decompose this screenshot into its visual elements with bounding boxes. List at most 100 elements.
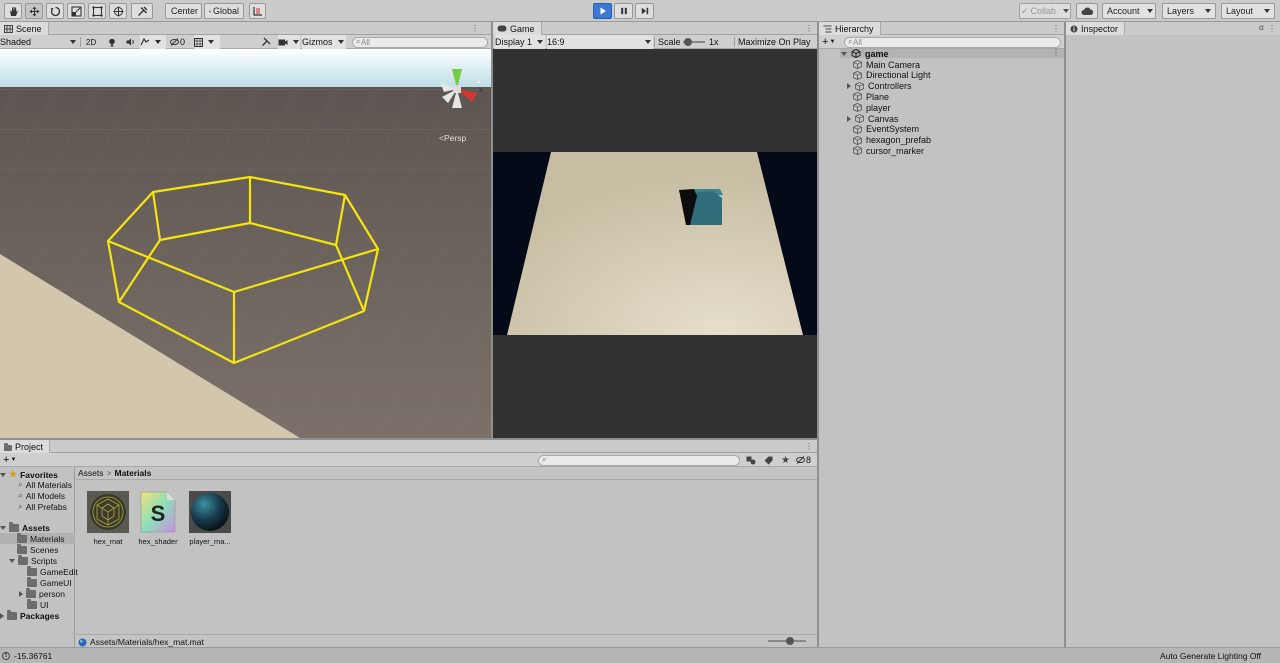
- breadcrumb-materials[interactable]: Materials: [114, 468, 151, 478]
- expand-arrow-icon[interactable]: [841, 51, 847, 56]
- hierarchy-item[interactable]: hexagon_prefab: [853, 135, 931, 146]
- move-tool-icon[interactable]: [25, 3, 43, 19]
- asset-player-mat[interactable]: player_ma...: [187, 491, 233, 546]
- hierarchy-item[interactable]: Main Camera: [853, 59, 920, 70]
- mode-2d-toggle[interactable]: 2D: [84, 35, 98, 49]
- custom-tool-icon[interactable]: [131, 3, 153, 19]
- scene-viewport[interactable]: x: [0, 49, 491, 438]
- favorite-star-icon[interactable]: ★: [781, 453, 790, 467]
- maximize-on-play-toggle[interactable]: Maximize On Play: [738, 35, 811, 49]
- layout-dropdown[interactable]: Layout: [1221, 3, 1275, 19]
- tab-inspector[interactable]: Inspector: [1066, 22, 1126, 35]
- pause-button[interactable]: [614, 3, 633, 19]
- game-viewport[interactable]: [493, 49, 817, 438]
- separator: [734, 37, 735, 47]
- folder-scenes[interactable]: Scenes: [17, 543, 58, 555]
- pivot-global-toggle[interactable]: Global: [204, 3, 244, 19]
- cloud-button[interactable]: [1076, 3, 1098, 19]
- effects-dropdown[interactable]: [140, 35, 166, 49]
- gizmo-center-cube[interactable]: [453, 85, 461, 93]
- project-menu-icon[interactable]: ⋮: [805, 442, 813, 451]
- favorite-item[interactable]: ⌕ All Prefabs: [18, 501, 67, 512]
- favorite-item[interactable]: ⌕ All Materials: [18, 479, 72, 490]
- collapse-arrow-icon[interactable]: [19, 590, 23, 597]
- hierarchy-item[interactable]: cursor_marker: [853, 145, 924, 156]
- lighting-status[interactable]: Auto Generate Lighting Off: [1160, 651, 1261, 661]
- hierarchy-item[interactable]: Canvas: [847, 113, 899, 124]
- hidden-packages-toggle[interactable]: 8: [796, 453, 811, 467]
- hierarchy-item[interactable]: Controllers: [847, 81, 912, 92]
- display-dropdown[interactable]: Display 1: [495, 35, 545, 49]
- asset-hex-shader[interactable]: S hex_shader: [135, 491, 181, 546]
- tools-icon[interactable]: [260, 35, 272, 49]
- folder-person[interactable]: person: [19, 587, 65, 599]
- scale-slider-thumb[interactable]: [684, 38, 692, 46]
- lighting-toggle-icon[interactable]: [106, 35, 118, 49]
- folder-scripts[interactable]: Scripts: [9, 554, 57, 566]
- scene-search-input[interactable]: ⌕ All: [352, 37, 488, 48]
- collab-dropdown[interactable]: ✓ Collab: [1019, 3, 1071, 19]
- inspector-menu-icon[interactable]: ⋮: [1268, 24, 1276, 33]
- tab-hierarchy[interactable]: Hierarchy: [819, 22, 881, 35]
- project-search-input[interactable]: ⌕: [538, 455, 740, 466]
- persp-label[interactable]: <Persp: [439, 133, 466, 143]
- rect-tool-icon[interactable]: [88, 3, 106, 19]
- create-button[interactable]: + ▼: [822, 35, 835, 49]
- gameobject-cube-icon: [853, 103, 862, 113]
- pivot-center-toggle[interactable]: Center: [165, 3, 202, 19]
- play-button[interactable]: [593, 3, 612, 19]
- audio-toggle-icon[interactable]: [124, 35, 136, 49]
- scene-row[interactable]: game: [841, 48, 889, 59]
- expand-arrow-icon[interactable]: [847, 83, 851, 90]
- step-button[interactable]: [635, 3, 654, 19]
- tab-scene[interactable]: Scene: [0, 22, 49, 35]
- favorite-item[interactable]: ⌕ All Models: [18, 490, 65, 501]
- draw-mode-dropdown[interactable]: Shaded: [0, 35, 78, 49]
- breadcrumb-assets[interactable]: Assets: [78, 468, 104, 478]
- thumbnail-size-slider-thumb[interactable]: [786, 637, 794, 645]
- transform-tool-icon[interactable]: [109, 3, 127, 19]
- scene-menu-icon[interactable]: ⋮: [1052, 48, 1060, 57]
- account-dropdown[interactable]: Account: [1102, 3, 1156, 19]
- gizmo-lock-icon[interactable]: 🔒︎: [477, 78, 481, 86]
- folder-ui[interactable]: UI: [27, 598, 49, 610]
- expand-arrow-icon[interactable]: [9, 558, 15, 563]
- folder-game-editor[interactable]: GameEdit: [27, 565, 78, 577]
- tab-project[interactable]: Project: [0, 440, 51, 453]
- scale-tool-icon[interactable]: [67, 3, 85, 19]
- snap-increment-button[interactable]: [249, 3, 266, 19]
- hierarchy-item[interactable]: player: [853, 102, 891, 113]
- hierarchy-search-input[interactable]: ⌕ All: [844, 37, 1061, 48]
- layers-dropdown[interactable]: Layers: [1162, 3, 1216, 19]
- expand-arrow-icon[interactable]: [0, 472, 6, 477]
- hierarchy-item[interactable]: Plane: [853, 91, 889, 102]
- lock-icon[interactable]: ⋮: [471, 24, 479, 33]
- assets-root[interactable]: Assets: [0, 521, 50, 533]
- inspector-lock-icon[interactable]: ⍺: [1259, 23, 1264, 32]
- filter-by-type-icon[interactable]: [746, 453, 756, 467]
- gizmos-dropdown[interactable]: Gizmos: [302, 35, 346, 49]
- hierarchy-search-placeholder: All: [853, 38, 862, 47]
- folder-game-ui[interactable]: GameUI: [27, 576, 72, 588]
- hierarchy-menu-icon[interactable]: ⋮: [1052, 24, 1060, 33]
- hierarchy-item[interactable]: Directional Light: [853, 70, 931, 81]
- tab-game[interactable]: Game: [493, 22, 542, 35]
- asset-hex-mat[interactable]: hex_mat: [85, 491, 131, 546]
- camera-dropdown[interactable]: [278, 35, 300, 49]
- grid-dropdown[interactable]: [194, 35, 220, 49]
- filter-by-label-icon[interactable]: [764, 453, 773, 467]
- hierarchy-item[interactable]: EventSystem: [853, 124, 919, 135]
- folder-materials[interactable]: Materials: [17, 532, 64, 544]
- rotate-tool-icon[interactable]: [46, 3, 64, 19]
- expand-arrow-icon[interactable]: [0, 525, 6, 530]
- create-asset-button[interactable]: + ▼: [3, 453, 16, 467]
- packages-root[interactable]: Packages: [0, 609, 59, 621]
- console-message[interactable]: -15.36761: [14, 651, 52, 661]
- expand-arrow-icon[interactable]: [847, 115, 851, 122]
- game-menu-icon[interactable]: ⋮: [805, 24, 813, 33]
- hierarchy-panel: Hierarchy ⋮ + ▼ ⌕ All game ⋮ Main Camera D…: [819, 22, 1064, 647]
- collapse-arrow-icon[interactable]: [0, 612, 4, 619]
- hidden-objects-toggle[interactable]: 0: [170, 35, 190, 49]
- aspect-dropdown[interactable]: 16:9: [547, 35, 653, 49]
- hand-tool-icon[interactable]: [4, 3, 22, 19]
